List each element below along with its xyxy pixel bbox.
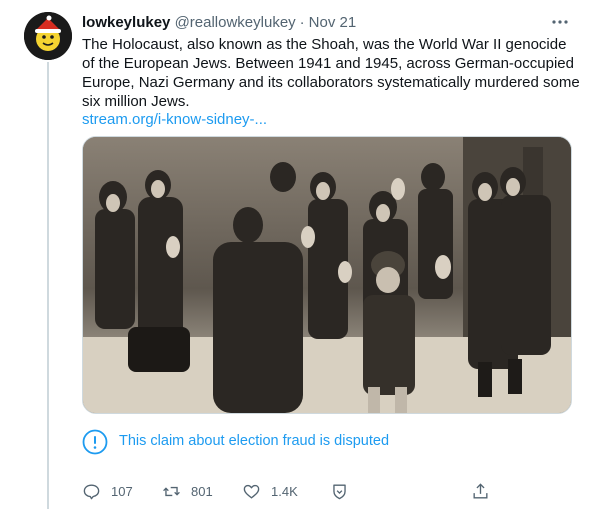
share-button[interactable] (471, 480, 500, 502)
bookmark-button[interactable] (330, 480, 359, 502)
share-icon (473, 482, 488, 499)
tweet-text: The Holocaust, also known as the Shoah, … (82, 36, 580, 110)
more-dots-icon (552, 20, 568, 24)
retweet-icon (163, 486, 180, 496)
reply-button[interactable]: 107 (82, 480, 133, 502)
retweet-button[interactable]: 801 (162, 480, 213, 502)
tweet-date[interactable]: Nov 21 (309, 14, 357, 31)
tweet-media-photo[interactable] (82, 136, 572, 414)
disputed-claim-text[interactable]: This claim about election fraud is dispu… (119, 432, 389, 450)
retweet-count: 801 (191, 483, 213, 499)
exclamation-circle-icon (82, 429, 108, 455)
more-options-button[interactable] (550, 12, 574, 32)
like-count: 1.4K (271, 483, 298, 499)
reply-count: 107 (111, 483, 133, 499)
user-handle[interactable]: @reallowkeylukey (175, 14, 296, 31)
shield-icon (333, 483, 346, 499)
avatar-image (24, 12, 72, 60)
thread-line (47, 62, 49, 509)
like-button[interactable]: 1.4K (242, 480, 298, 502)
historical-photo-image (83, 137, 571, 413)
tweet-link[interactable]: stream.org/i-know-sidney-... (82, 110, 267, 129)
display-name[interactable]: lowkeylukey (82, 14, 170, 31)
disputed-claim-notice[interactable]: This claim about election fraud is dispu… (82, 416, 570, 464)
separator-dot: · (299, 14, 305, 31)
tweet-header: lowkeylukey @reallowkeylukey · Nov 21 (82, 13, 582, 33)
heart-icon (243, 484, 260, 499)
reply-icon (83, 483, 100, 499)
avatar[interactable] (24, 12, 72, 60)
tweet-actions-bar: 107 801 1.4K (82, 480, 562, 502)
